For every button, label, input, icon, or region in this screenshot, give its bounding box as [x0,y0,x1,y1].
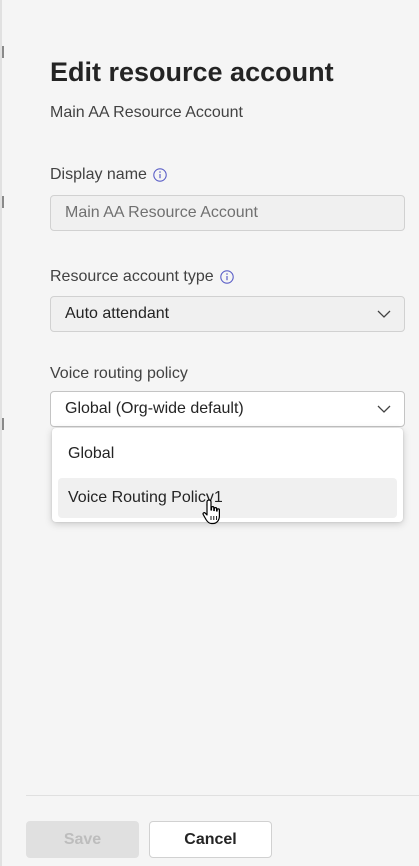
footer-divider [26,795,419,796]
resource-account-type-select[interactable]: Auto attendant [50,296,405,332]
option-label: Global [68,445,115,462]
page-subtitle: Main AA Resource Account [50,104,243,121]
left-edge-mark [2,46,4,58]
page-title: Edit resource account [50,57,334,87]
cancel-button-label: Cancel [184,830,237,848]
cancel-button[interactable]: Cancel [149,821,272,858]
display-name-value: Main AA Resource Account [65,204,258,221]
resource-account-type-label: Resource account type [50,268,234,286]
left-edge-mark [2,418,4,430]
chevron-down-icon [377,405,391,413]
voice-routing-policy-value: Global (Org-wide default) [65,400,244,417]
dropdown-option-global[interactable]: Global [58,434,397,474]
left-edge-mark [2,196,4,208]
edit-resource-account-panel: Edit resource account Main AA Resource A… [0,0,419,866]
voice-routing-policy-dropdown: Global Voice Routing Policy1 [52,428,403,522]
chevron-down-icon [377,310,391,318]
save-button[interactable]: Save [26,821,139,858]
dropdown-option-voice-routing-policy1[interactable]: Voice Routing Policy1 [58,478,397,518]
hand-pointer-cursor-icon [202,499,220,525]
resource-account-type-label-text: Resource account type [50,268,214,285]
info-icon[interactable] [153,168,167,182]
voice-routing-policy-label: Voice routing policy [50,365,188,383]
display-name-label-text: Display name [50,166,147,183]
save-button-label: Save [63,830,102,848]
voice-routing-policy-select[interactable]: Global (Org-wide default) [50,391,405,427]
display-name-field: Main AA Resource Account [50,195,405,231]
display-name-label: Display name [50,166,167,184]
voice-routing-policy-label-text: Voice routing policy [50,365,188,382]
resource-account-type-value: Auto attendant [65,305,170,322]
info-icon[interactable] [219,270,234,284]
